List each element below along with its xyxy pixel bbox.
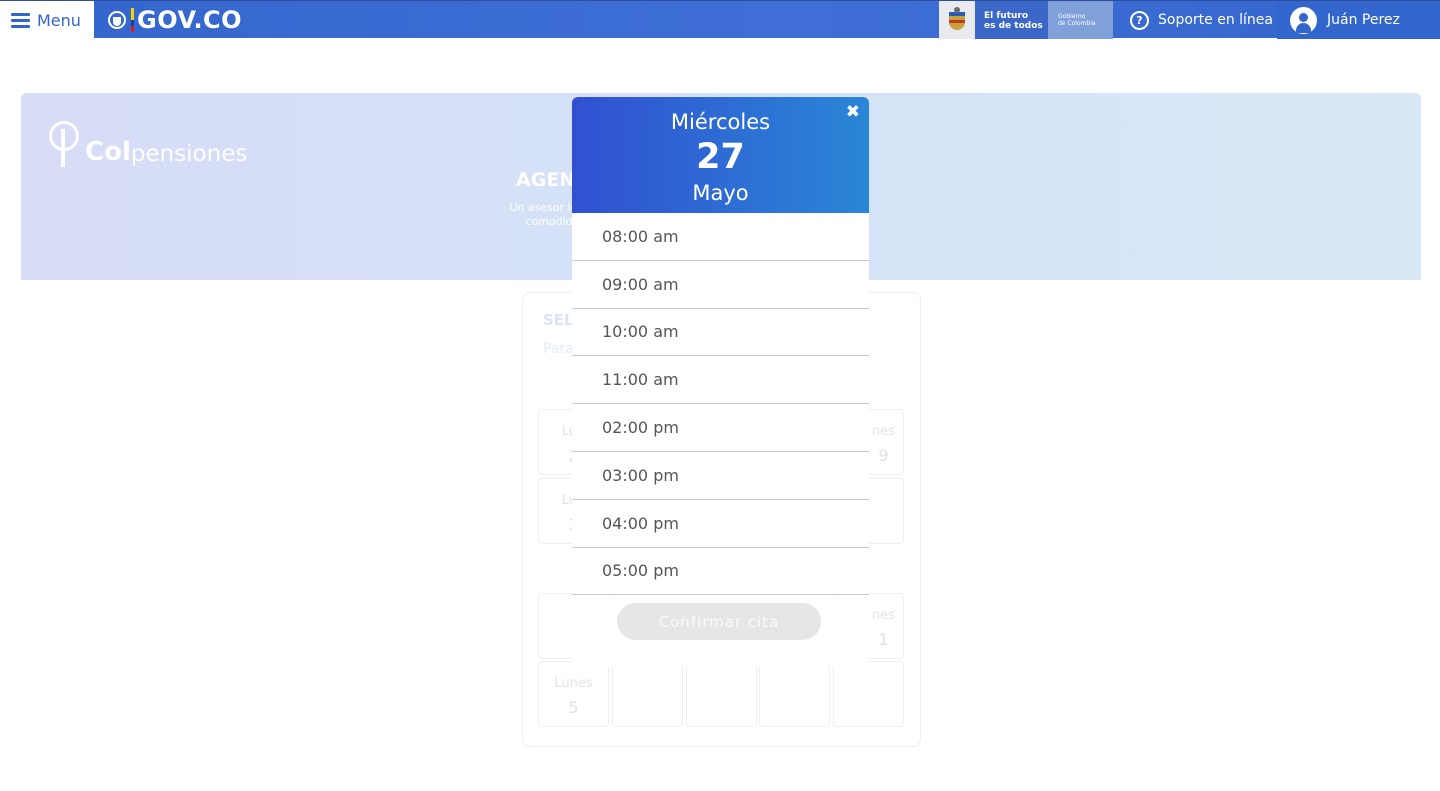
hamburger-icon <box>11 10 30 31</box>
time-slot[interactable]: 05:00 pm <box>572 547 869 596</box>
calendar-day[interactable] <box>612 661 683 727</box>
menu-button[interactable]: Menu <box>0 1 94 39</box>
help-icon: ? <box>1130 10 1149 30</box>
time-picker-modal: Miércoles 27 Mayo ✖ 08:00 am 09:00 am 10… <box>572 97 869 667</box>
colpensiones-mark-icon <box>49 121 83 167</box>
time-slot[interactable]: 11:00 am <box>572 356 869 405</box>
govco-logo[interactable]: GOV.CO <box>106 6 243 34</box>
calendar-day[interactable]: Lunes 5 <box>538 661 609 727</box>
calendar-day[interactable] <box>833 661 904 727</box>
support-label: Soporte en línea <box>1158 12 1273 28</box>
brand-text: GOV.CO <box>137 6 243 34</box>
coat-of-arms-icon <box>108 11 126 29</box>
modal-day-number: 27 <box>696 137 745 177</box>
user-menu[interactable]: Juán Perez <box>1277 1 1440 39</box>
top-navigation-bar: Menu GOV.CO El futuro es de todos Gobier… <box>0 0 1440 39</box>
time-slot[interactable]: 03:00 pm <box>572 451 869 500</box>
gobierno-slogan: El futuro es de todos <box>975 1 1048 39</box>
escudo-icon <box>939 1 975 39</box>
time-slot-list: 08:00 am 09:00 am 10:00 am 11:00 am 02:0… <box>572 213 869 596</box>
banner-title: AGEN <box>516 169 576 191</box>
user-avatar-icon <box>1290 6 1317 34</box>
close-icon[interactable]: ✖ <box>846 102 860 122</box>
modal-date-header: Miércoles 27 Mayo ✖ <box>572 97 869 213</box>
calendar-day[interactable] <box>759 661 830 727</box>
gobierno-name: Gobierno de Colombia <box>1048 1 1113 39</box>
card-subheading: Para <box>543 341 574 357</box>
time-slot[interactable]: 04:00 pm <box>572 499 869 548</box>
gobierno-logo[interactable]: El futuro es de todos Gobierno de Colomb… <box>939 1 1113 39</box>
calendar-day[interactable] <box>686 661 757 727</box>
confirm-appointment-button[interactable]: Confirmar cita <box>617 603 821 640</box>
colombia-flag-icon <box>131 8 134 32</box>
time-slot[interactable]: 02:00 pm <box>572 404 869 452</box>
menu-label: Menu <box>37 10 81 30</box>
modal-month: Mayo <box>692 181 749 205</box>
time-slot[interactable]: 09:00 am <box>572 260 869 309</box>
modal-weekday: Miércoles <box>670 110 771 134</box>
colpensiones-logo: Col pensiones <box>49 121 247 167</box>
card-heading: SEL <box>543 311 574 329</box>
time-slot[interactable]: 08:00 am <box>572 213 869 261</box>
support-link[interactable]: ? Soporte en línea <box>1130 1 1273 39</box>
user-name: Juán Perez <box>1327 12 1400 28</box>
time-slot[interactable]: 10:00 am <box>572 308 869 357</box>
